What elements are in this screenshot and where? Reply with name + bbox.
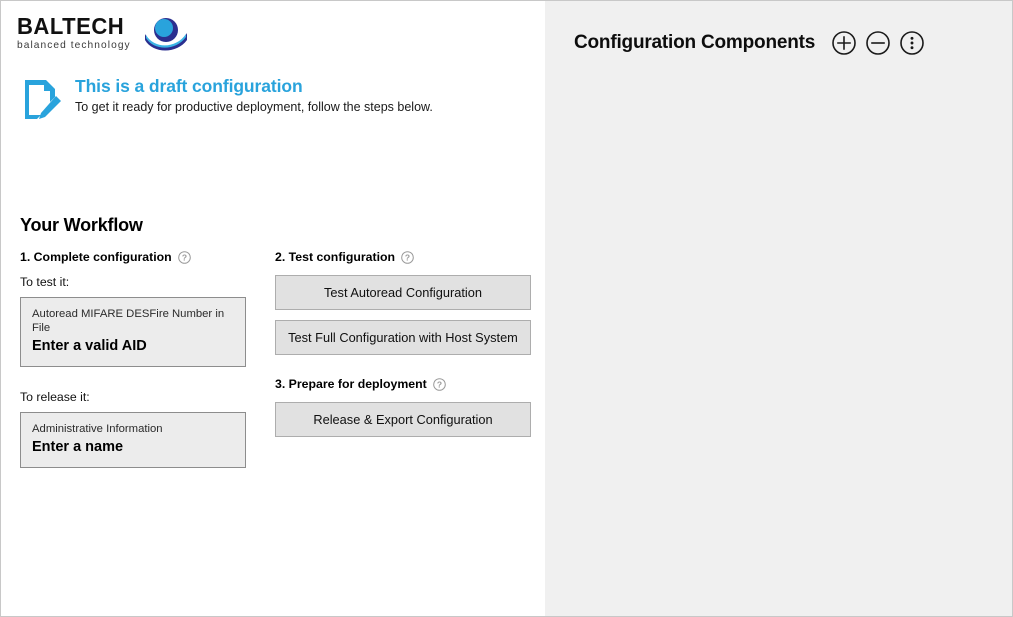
draft-banner-title: This is a draft configuration (75, 76, 303, 96)
application-window: BALTECH balanced technology This is a dr… (0, 0, 1013, 617)
left-panel: BALTECH balanced technology This is a dr… (1, 1, 545, 616)
todo-card-test-action: Enter a valid AID (32, 338, 147, 354)
component-action-buttons (831, 30, 933, 56)
todo-card-release-action: Enter a name (32, 439, 124, 455)
step-3-heading: 3. Prepare for deployment ? (275, 377, 531, 391)
more-vertical-circle-icon[interactable] (899, 30, 925, 56)
to-release-label: To release it: (20, 390, 90, 404)
todo-card-test-component: Autoread MIFARE DESFire Number in File (32, 308, 225, 334)
svg-text:?: ? (182, 252, 187, 262)
draft-banner-subtitle: To get it ready for productive deploymen… (75, 100, 433, 114)
help-question-icon[interactable]: ? (177, 250, 191, 264)
document-pencil-draft-icon (21, 77, 63, 128)
workflow-columns: 1. Complete configuration ? To test it: … (20, 250, 531, 491)
todo-card-test[interactable]: Autoread MIFARE DESFire Number in File E… (20, 297, 246, 367)
step-3-heading-label: 3. Prepare for deployment (275, 377, 427, 391)
todo-card-release[interactable]: Administrative Information Enter a name (20, 412, 246, 468)
svg-text:?: ? (405, 252, 410, 262)
plus-circle-icon[interactable] (831, 30, 857, 56)
release-export-configuration-button[interactable]: Release & Export Configuration (275, 402, 531, 437)
step-1-heading: 1. Complete configuration ? (20, 250, 266, 264)
step-1-heading-label: 1. Complete configuration (20, 250, 172, 264)
baltech-circle-swoosh-logo (143, 16, 189, 59)
brand-tagline: balanced technology (17, 39, 131, 51)
configuration-components-title: Configuration Components (574, 32, 816, 53)
minus-circle-icon[interactable] (865, 30, 891, 56)
test-full-configuration-button[interactable]: Test Full Configuration with Host System (275, 320, 531, 355)
right-panel: Configuration Components (545, 1, 1012, 616)
step-2-heading-label: 2. Test configuration (275, 250, 396, 264)
help-question-icon[interactable]: ? (432, 377, 446, 391)
step-2-heading: 2. Test configuration ? (275, 250, 531, 264)
todo-card-release-component: Administrative Information (32, 423, 163, 435)
to-test-label: To test it: (20, 275, 70, 289)
configuration-components-header: Configuration Components (574, 30, 933, 56)
brand-logo: BALTECH balanced technology (17, 14, 189, 59)
brand-name: BALTECH (17, 13, 125, 39)
workflow-step-1: 1. Complete configuration ? To test it: … (20, 250, 266, 491)
workflow-title: Your Workflow (20, 215, 143, 235)
help-question-icon[interactable]: ? (401, 250, 414, 264)
workflow-steps-2-3: 2. Test configuration ? Test Autoread Co… (275, 250, 531, 491)
brand-text: BALTECH balanced technology (17, 14, 134, 52)
svg-text:?: ? (437, 379, 442, 389)
draft-configuration-banner: This is a draft configuration To get it … (21, 75, 433, 128)
workflow-section: Your Workflow 1. Complete configuration … (20, 215, 531, 491)
test-autoread-configuration-button[interactable]: Test Autoread Configuration (275, 275, 531, 310)
